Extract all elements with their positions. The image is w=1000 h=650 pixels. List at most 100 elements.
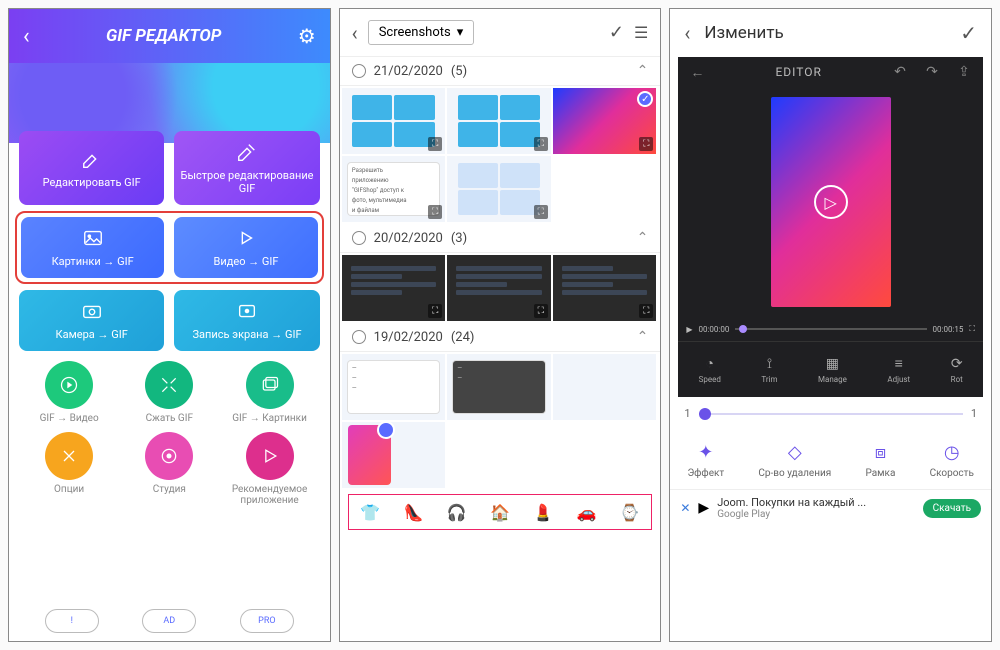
play-small-icon[interactable]: ▶ [686,325,692,334]
expand-icon[interactable]: ⛶ [639,137,653,151]
circle-gif-to-video[interactable]: GIF → Видео [20,361,119,424]
confirm-icon[interactable]: ✓ [960,21,977,45]
export-icon[interactable]: ⇪ [955,64,973,80]
pill-pro[interactable]: PRO [240,609,294,633]
emoji-house-icon[interactable]: 🏠 [490,503,510,522]
editor-topbar: ← EDITOR ↶ ↷ ⇪ [678,57,983,87]
expand-icon[interactable]: ⛶ [428,205,442,219]
thumbnail[interactable]: ⛶ [447,255,551,321]
folder-label: Screenshots [379,25,451,40]
gauge-icon: ◷ [940,440,964,464]
download-button[interactable]: Скачать [923,499,981,518]
circle-compress[interactable]: Сжать GIF [120,361,219,424]
emoji-lipstick-icon[interactable]: 💄 [533,503,553,522]
circle-recommended[interactable]: Рекомендуемое приложение [220,432,319,506]
tile-camera-to-gif[interactable]: Камера → GIF [19,290,164,351]
slider-track[interactable] [699,413,963,415]
emoji-watch-icon[interactable]: ⌚ [620,503,640,522]
tool-adjust[interactable]: ≡Adjust [887,355,910,384]
expand-icon[interactable]: ⛶ [534,304,548,318]
radio-icon[interactable] [352,64,366,78]
ad-banner[interactable]: ✕ ▶ Joom. Покупки на каждый ... Google P… [670,489,991,526]
timeline[interactable]: ▶ 00:00:00 00:00:15 ⛶ [678,317,983,341]
tile-record-to-gif[interactable]: Запись экрана → GIF [174,290,319,351]
back-icon[interactable]: ‹ [684,21,690,45]
back-icon[interactable]: ‹ [23,24,30,49]
date-section-2[interactable]: 20/02/2020(3) ⌃ [340,224,661,253]
timeline-bar[interactable] [735,328,926,330]
studio-icon [159,446,179,466]
tool-frame[interactable]: ⧈Рамка [865,440,895,479]
tool-eraser[interactable]: ◇Ср-во удаления [758,440,831,479]
section-date: 19/02/2020 [374,330,443,345]
thumbnail[interactable]: ⛶ [342,255,446,321]
circle-options[interactable]: Опции [20,432,119,506]
pill-info[interactable]: ! [45,609,99,633]
emoji-car-icon[interactable]: 🚗 [577,503,597,522]
radio-icon[interactable] [352,231,366,245]
tile-quick-edit[interactable]: Быстрое редактирование GIF [174,131,319,205]
thumbnail[interactable] [342,422,446,488]
trim-icon: ⟟ [767,356,772,372]
thumbnail-selected[interactable]: ✓⛶ [553,88,657,154]
tile-edit-gif[interactable]: Редактировать GIF [19,131,164,205]
circle-studio[interactable]: Студия [120,432,219,506]
emoji-shirt-icon[interactable]: 👕 [360,503,380,522]
circle-gif-to-pics[interactable]: GIF → Картинки [220,361,319,424]
thumbnail[interactable]: ⛶ [447,88,551,154]
tile-pics-to-gif[interactable]: Картинки → GIF [21,217,164,278]
thumbnail[interactable]: ⛶ [447,156,551,222]
thumbnail[interactable]: —— [447,354,551,420]
tile-label: Редактировать GIF [43,176,141,189]
folder-dropdown[interactable]: Screenshots ▾ [368,20,475,45]
section-count: (24) [451,330,475,345]
expand-icon[interactable]: ⛶ [534,137,548,151]
ad-subtext: Google Play [717,509,914,520]
expand-icon[interactable]: ⛶ [534,205,548,219]
preview-area[interactable]: ▷ [678,87,983,317]
play-store-icon [260,446,280,466]
editor-back-icon[interactable]: ← [688,64,706,81]
back-icon[interactable]: ‹ [352,21,358,45]
fullscreen-icon[interactable]: ⛶ [969,324,975,334]
image-icon [82,227,104,249]
date-section-3[interactable]: 19/02/2020 (24) ⌃ [340,323,661,352]
play-button-icon[interactable]: ▷ [814,185,848,219]
undo-icon[interactable]: ↶ [891,64,909,80]
redo-icon[interactable]: ↷ [923,64,941,80]
expand-icon[interactable]: ⛶ [428,304,442,318]
confirm-icon[interactable]: ✓ [609,22,624,43]
tile-video-to-gif[interactable]: Видео → GIF [174,217,317,278]
tool-speed[interactable]: ◔Speed [699,355,721,384]
ad-close-icon[interactable]: ✕ [680,501,690,515]
chevron-up-icon[interactable]: ⌃ [637,63,649,79]
chevron-up-icon[interactable]: ⌃ [637,230,649,246]
grid-icon: ▦ [826,356,839,372]
settings-icon[interactable]: ⚙ [298,24,316,48]
screen-editor: ‹ Изменить ✓ ← EDITOR ↶ ↷ ⇪ ▷ ▶ 00:00:00… [669,8,992,642]
thumbs-row-3: ——— —— [340,352,661,490]
pill-ad[interactable]: AD [142,609,196,633]
bottom-pills: ! AD PRO [9,601,330,641]
thumbnail[interactable]: ⛶ [342,88,446,154]
thumbnail[interactable]: Разрешитьприложению"GIFShop" доступ кфот… [342,156,446,222]
tool-effect[interactable]: ✦Эффект [687,440,724,479]
thumbnail[interactable] [553,354,657,420]
tool-speed2[interactable]: ◷Скорость [930,440,974,479]
ad-text: Joom. Покупки на каждый ... [717,496,914,509]
emoji-headphones-icon[interactable]: 🎧 [447,503,467,522]
date-section-1[interactable]: 21/02/2020(5) ⌃ [340,57,661,86]
filter-icon[interactable]: ☰ [634,23,648,42]
thumbnail[interactable]: ⛶ [553,255,657,321]
radio-icon[interactable] [352,330,366,344]
emoji-heel-icon[interactable]: 👠 [404,503,424,522]
chevron-up-icon[interactable]: ⌃ [637,329,649,345]
frame-slider[interactable]: 1 1 [670,397,991,430]
expand-icon[interactable]: ⛶ [639,304,653,318]
tool-rotate[interactable]: ⟳Rot [951,356,963,384]
expand-icon[interactable]: ⛶ [428,137,442,151]
thumbnail[interactable]: ——— [342,354,446,420]
frame-icon: ⧈ [868,440,892,464]
tool-manage[interactable]: ▦Manage [818,356,847,384]
tool-trim[interactable]: ⟟Trim [761,356,777,384]
